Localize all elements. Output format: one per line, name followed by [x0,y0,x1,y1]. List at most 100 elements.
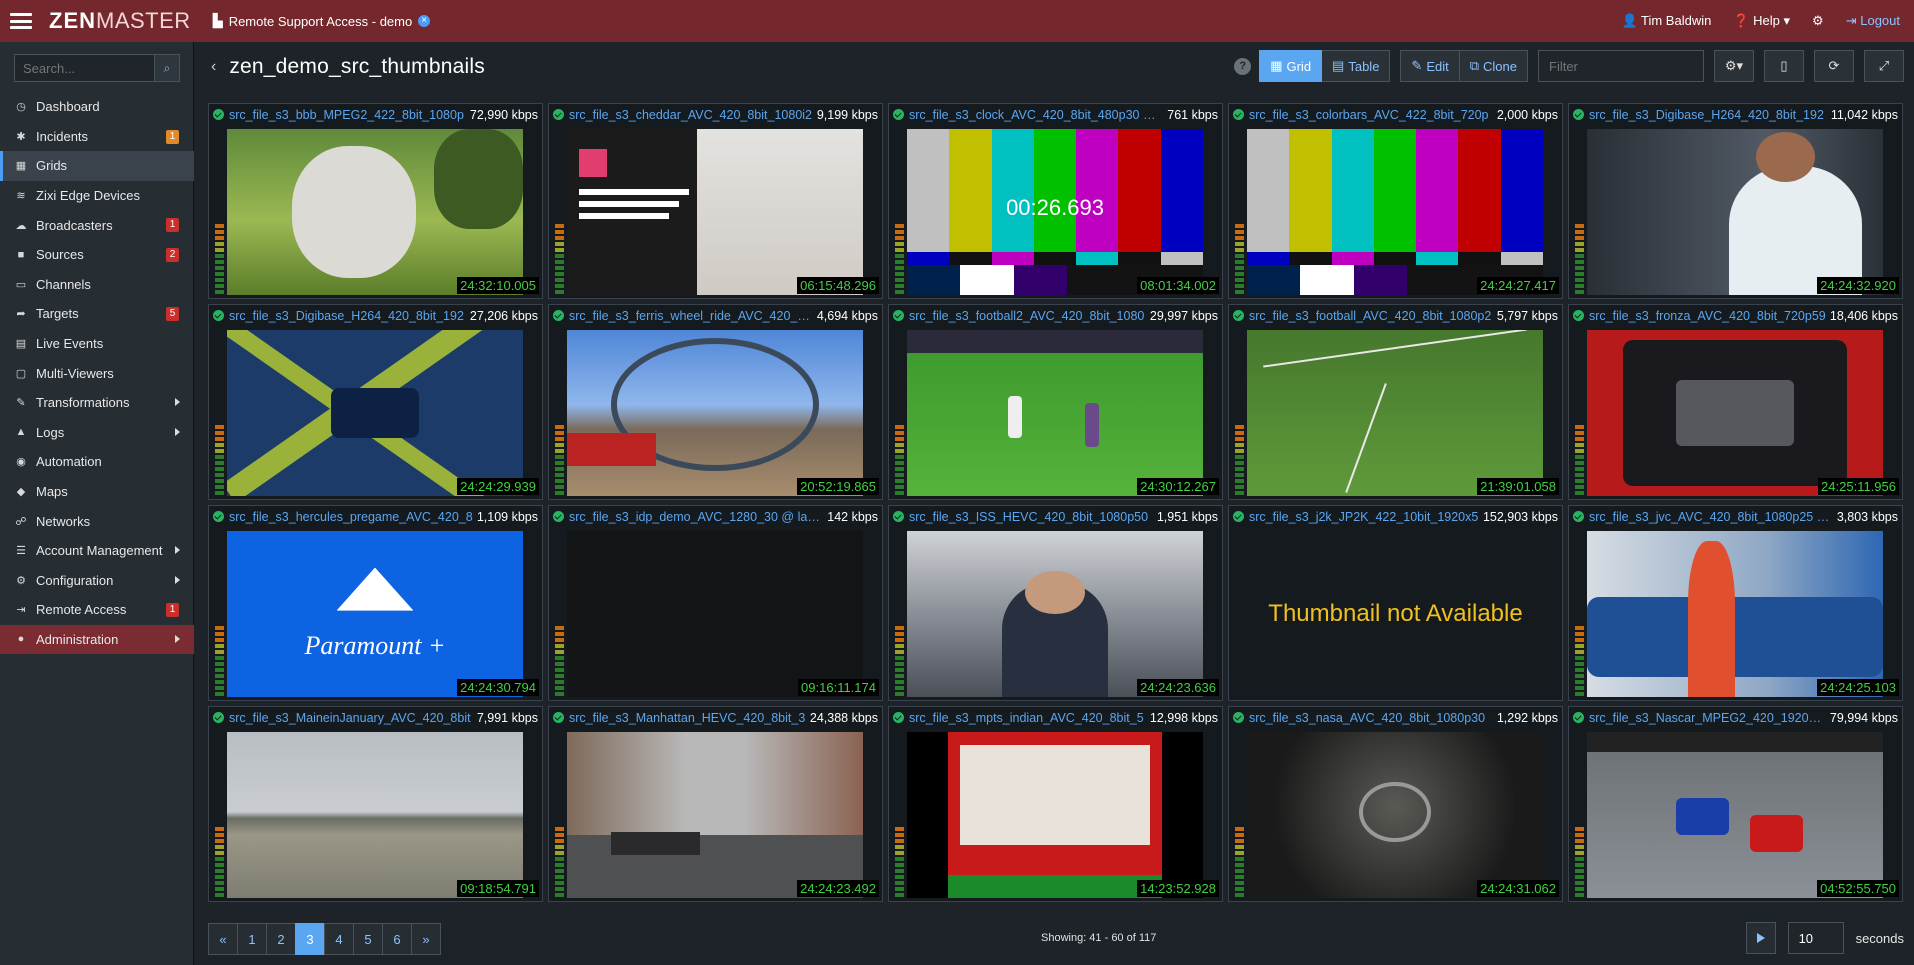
source-tile[interactable]: src_file_s3_Nascar_MPEG2_420_1920x10 79,9… [1568,706,1903,902]
source-name-link[interactable]: src_file_s3_Digibase_H264_420_8bit_192 [1589,108,1827,122]
page-button-5[interactable]: 5 [353,923,383,955]
table-icon: ▤ [1332,58,1345,73]
source-name-link[interactable]: src_file_s3_Digibase_H264_420_8bit_192 [229,309,466,323]
source-tile[interactable]: src_file_s3_fronza_AVC_420_8bit_720p59 18… [1568,304,1903,500]
source-tile[interactable]: src_file_s3_ferris_wheel_ride_AVC_420_8b… [548,304,883,500]
source-tile[interactable]: src_file_s3_football2_AVC_420_8bit_1080 2… [888,304,1223,500]
source-tile[interactable]: src_file_s3_nasa_AVC_420_8bit_1080p30 1,2… [1228,706,1563,902]
thumbnail-image [227,732,523,898]
source-name-link[interactable]: src_file_s3_fronza_AVC_420_8bit_720p59 [1589,309,1826,323]
sidebar-item-label: Administration [36,631,119,647]
source-name-link[interactable]: src_file_s3_football_AVC_420_8bit_1080p2 [1249,309,1493,323]
sidebar-item-live-events[interactable]: ▤ Live Events [0,329,194,359]
status-ok-icon [893,109,904,120]
sidebar-item-incidents[interactable]: ✱ Incidents 1 [0,122,194,152]
user-menu[interactable]: 👤 Tim Baldwin [1621,13,1711,29]
source-name-link[interactable]: src_file_s3_football2_AVC_420_8bit_1080 [909,309,1146,323]
back-chevron-icon[interactable]: ‹ [211,58,216,76]
sidebar-item-automation[interactable]: ◉ Automation [0,447,194,477]
source-tile[interactable]: src_file_s3_colorbars_AVC_422_8bit_720p 2… [1228,103,1563,299]
sidebar-search-input[interactable] [14,54,154,82]
prev-page-button[interactable]: « [208,923,238,955]
source-tile[interactable]: src_file_s3_cheddar_AVC_420_8bit_1080i2 9… [548,103,883,299]
source-tile[interactable]: src_file_s3_jvc_AVC_420_8bit_1080p25 @ .… [1568,505,1903,701]
settings-dropdown-button[interactable]: ⚙▾ [1714,50,1754,82]
filter-input[interactable] [1538,50,1704,82]
source-tile[interactable]: src_file_s3_Digibase_H264_420_8bit_192 27… [208,304,543,500]
source-tile[interactable]: src_file_s3_ISS_HEVC_420_8bit_1080p50 1,9… [888,505,1223,701]
sidebar-item-broadcasters[interactable]: ☁ Broadcasters 1 [0,210,194,240]
source-name-link[interactable]: src_file_s3_cheddar_AVC_420_8bit_1080i2 [569,108,813,122]
page-button-6[interactable]: 6 [382,923,412,955]
sidebar-item-configuration[interactable]: ⚙ Configuration [0,566,194,596]
edit-button[interactable]: ✎ Edit [1400,50,1460,82]
edit-label: Edit [1426,58,1449,74]
sidebar-item-transformations[interactable]: ✎ Transformations [0,388,194,418]
source-tile[interactable]: src_file_s3_hercules_pregame_AVC_420_8 1,… [208,505,543,701]
next-page-button[interactable]: » [411,923,441,955]
grid-view-button[interactable]: ▦ Grid [1259,50,1323,82]
sidebar-item-maps[interactable]: ◆ Maps [0,477,194,507]
source-name-link[interactable]: src_file_s3_MaineinJanuary_AVC_420_8bit [229,711,473,725]
source-name-link[interactable]: src_file_s3_idp_demo_AVC_1280_30 @ lab_b [569,510,823,524]
audio-level-meter [215,789,224,897]
source-tile[interactable]: src_file_s3_j2k_JP2K_422_10bit_1920x5 152… [1228,505,1563,701]
source-name-link[interactable]: src_file_s3_bbb_MPEG2_422_8bit_1080p [229,108,466,122]
bitrate: 142 kbps [827,509,878,524]
sidebar-item-grids[interactable]: ▦ Grids [0,151,194,181]
page-button-3[interactable]: 3 [295,923,325,955]
source-tile[interactable]: src_file_s3_MaineinJanuary_AVC_420_8bit 7… [208,706,543,902]
logout-link[interactable]: ⇥ Logout [1846,13,1900,29]
help-menu[interactable]: ❓ Help ▾ [1733,13,1790,29]
source-name-link[interactable]: src_file_s3_colorbars_AVC_422_8bit_720p [1249,108,1493,122]
page-button-4[interactable]: 4 [324,923,354,955]
source-tile[interactable]: src_file_s3_bbb_MPEG2_422_8bit_1080p 72,9… [208,103,543,299]
fullscreen-button[interactable]: ⤢ [1864,50,1904,82]
sidebar-item-channels[interactable]: ▭ Channels [0,270,194,300]
source-tile[interactable]: src_file_s3_Digibase_H264_420_8bit_192 11… [1568,103,1903,299]
search-icon[interactable]: ⌕ [154,54,180,82]
sidebar-item-dashboard[interactable]: ◷ Dashboard [0,92,194,122]
hamburger-menu-icon[interactable] [10,13,32,29]
timecode: 24:25:11.956 [1818,478,1899,495]
source-tile[interactable]: src_file_s3_mpts_indian_AVC_420_8bit_5 12… [888,706,1223,902]
sidebar-item-sources[interactable]: ■ Sources 2 [0,240,194,270]
source-name-link[interactable]: src_file_s3_Nascar_MPEG2_420_1920x10 [1589,711,1826,725]
close-remote-access-icon[interactable]: × [418,15,431,27]
sidebar-item-remote-access[interactable]: ⇥ Remote Access 1 [0,595,194,625]
page-title: zen_demo_src_thumbnails [229,54,485,78]
source-name-link[interactable]: src_file_s3_mpts_indian_AVC_420_8bit_5 [909,711,1146,725]
source-name-link[interactable]: src_file_s3_Manhattan_HEVC_420_8bit_3 [569,711,806,725]
zenmaster-logo[interactable]: ZEN MASTER [49,8,191,34]
caret-right-icon [175,575,180,584]
sidebar-item-targets[interactable]: ➦ Targets 5 [0,299,194,329]
clone-button[interactable]: ⧉ Clone [1459,50,1528,82]
audio-level-meter [215,186,224,294]
source-name-link[interactable]: src_file_s3_ISS_HEVC_420_8bit_1080p50 [909,510,1153,524]
refresh-button[interactable]: ⟳ [1814,50,1854,82]
source-name-link[interactable]: src_file_s3_jvc_AVC_420_8bit_1080p25 @ .… [1589,510,1833,524]
gear-icon[interactable]: ⚙ [1812,13,1824,29]
source-tile[interactable]: src_file_s3_football_AVC_420_8bit_1080p2… [1228,304,1563,500]
source-name-link[interactable]: src_file_s3_clock_AVC_420_8bit_480p30 @ … [909,108,1163,122]
source-name-link[interactable]: src_file_s3_nasa_AVC_420_8bit_1080p30 [1249,711,1493,725]
page-button-1[interactable]: 1 [237,923,267,955]
sidebar-item-networks[interactable]: ☍ Networks [0,506,194,536]
source-tile[interactable]: src_file_s3_clock_AVC_420_8bit_480p30 @ … [888,103,1223,299]
sidebar-item-multi-viewers[interactable]: ▢ Multi-Viewers [0,358,194,388]
table-view-button[interactable]: ▤ Table [1322,50,1391,82]
sidebar-item-zixi-edge-devices[interactable]: ≋ Zixi Edge Devices [0,181,194,211]
source-name-link[interactable]: src_file_s3_ferris_wheel_ride_AVC_420_8b… [569,309,813,323]
sidebar-item-logs[interactable]: ▲ Logs [0,418,194,448]
source-name-link[interactable]: src_file_s3_hercules_pregame_AVC_420_8 [229,510,473,524]
sidebar-item-administration[interactable]: ● Administration [0,624,194,655]
refresh-seconds-input[interactable] [1787,922,1844,954]
export-button[interactable]: ▯ [1764,50,1804,82]
play-icon[interactable] [1745,922,1776,954]
page-button-2[interactable]: 2 [266,923,296,955]
source-tile[interactable]: src_file_s3_Manhattan_HEVC_420_8bit_3 24,… [548,706,883,902]
help-icon[interactable]: ? [1234,57,1252,75]
source-name-link[interactable]: src_file_s3_j2k_JP2K_422_10bit_1920x5 [1249,510,1479,524]
source-tile[interactable]: src_file_s3_idp_demo_AVC_1280_30 @ lab_b… [548,505,883,701]
sidebar-item-account-management[interactable]: ☰ Account Management [0,536,194,566]
